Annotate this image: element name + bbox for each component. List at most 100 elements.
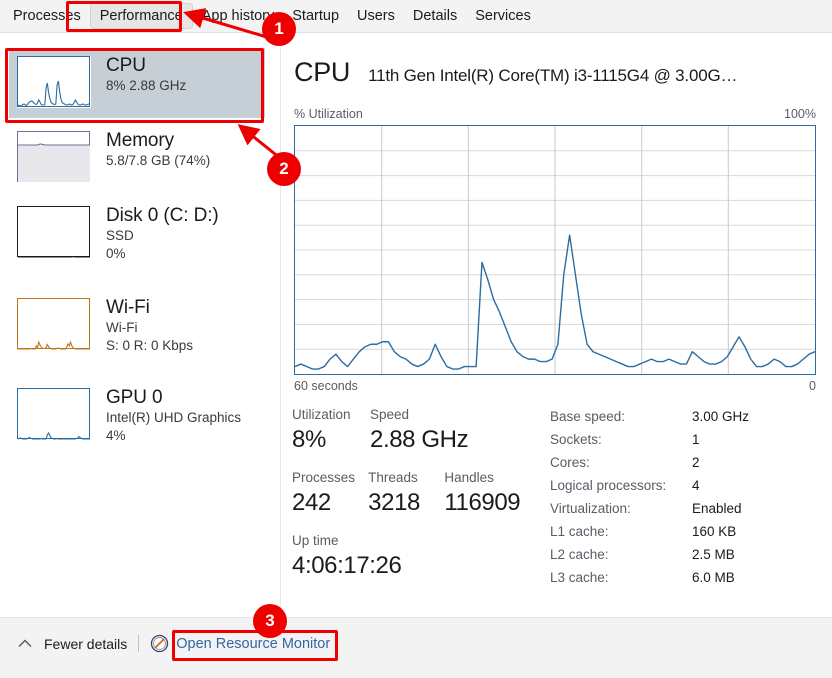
stats-row-1-labels: Utilization Speed [292, 405, 542, 424]
sidebar-item-subtitle-2: 4% [106, 428, 126, 443]
sidebar-item-title: Disk 0 (C: D:) [106, 205, 219, 226]
fewer-details-button[interactable]: Fewer details [44, 636, 127, 652]
spec-value: 160 KB [692, 524, 737, 539]
spec-value: 2.5 MB [692, 547, 735, 562]
sidebar-item-cpu[interactable]: CPU 8% 2.88 GHz [9, 48, 265, 118]
sidebar-item-title: Memory [106, 130, 175, 151]
tab-details[interactable]: Details [404, 3, 466, 29]
sidebar-item-subtitle-2: 0% [106, 246, 126, 261]
footer-divider [138, 635, 140, 652]
utilization-value: 8% [292, 426, 326, 453]
spec-value: Enabled [692, 501, 742, 516]
sidebar-item-text: Disk 0 (C: D:) SSD 0% [106, 204, 219, 263]
spec-key: Logical processors: [550, 478, 667, 493]
uptime-label-row: Up time [292, 531, 542, 550]
spec-key: L3 cache: [550, 570, 609, 585]
task-manager-window: Processes Performance App history Startup Us… [0, 0, 832, 678]
threads-label: Threads [368, 470, 418, 485]
stats-row-2-labels: Processes Threads Handles [292, 468, 542, 487]
sidebar-item-memory[interactable]: Memory 5.8/7.8 GB (74%) [9, 123, 265, 193]
spec-value: 3.00 GHz [692, 409, 750, 424]
window-footer: Fewer details Open Resource Monitor [0, 617, 832, 678]
tab-strip: Processes Performance App history Startup Us… [0, 0, 832, 33]
sidebar-item-title: GPU 0 [106, 387, 163, 408]
spec-value: 2 [692, 455, 700, 470]
sidebar-item-subtitle: Intel(R) UHD Graphics [106, 410, 242, 425]
spec-key: Base speed: [550, 409, 626, 424]
spec-value: 1 [692, 432, 700, 447]
x-axis-start-label: 60 seconds [294, 379, 358, 393]
sidebar-item-title: CPU [106, 55, 146, 76]
sidebar-item-text: CPU 8% 2.88 GHz [106, 54, 186, 95]
spec-key: Cores: [550, 455, 590, 470]
spec-value: 6.0 MB [692, 570, 735, 585]
x-axis-end-label: 0 [809, 379, 816, 393]
sidebar-item-subtitle: Wi-Fi [106, 320, 138, 335]
spec-row: Logical processors: 4 [550, 474, 822, 497]
sidebar-thumbnail-gpu [17, 388, 91, 440]
handles-label: Handles [444, 470, 494, 485]
cpu-detail-panel: CPU 11th Gen Intel(R) Core(TM) i3-1115G4… [282, 33, 832, 617]
spec-row: Cores: 2 [550, 451, 822, 474]
sidebar-item-text: GPU 0 Intel(R) UHD Graphics 4% [106, 386, 241, 445]
sidebar-thumbnail-cpu [17, 56, 91, 108]
stats-row-1-values: 8% 2.88 GHz [292, 424, 542, 456]
tab-list: Processes Performance App history Startup Us… [4, 3, 540, 29]
panel-title: CPU [294, 57, 351, 87]
cpu-utilization-plot [295, 126, 815, 374]
threads-value: 3218 [368, 489, 420, 516]
graph-time-labels: 60 seconds 0 [294, 379, 816, 393]
spec-key: Sockets: [550, 432, 602, 447]
panel-header: CPU 11th Gen Intel(R) Core(TM) i3-1115G4… [294, 57, 737, 88]
sidebar-item-gpu-0[interactable]: GPU 0 Intel(R) UHD Graphics 4% [9, 380, 265, 450]
spec-row: L3 cache: 6.0 MB [550, 566, 822, 589]
sidebar-item-text: Wi-Fi Wi-Fi S: 0 R: 0 Kbps [106, 296, 193, 355]
sidebar-item-text: Memory 5.8/7.8 GB (74%) [106, 129, 210, 170]
sidebar-thumbnail-disk [17, 206, 91, 258]
spec-row: Sockets: 1 [550, 428, 822, 451]
open-resource-monitor-link[interactable]: Open Resource Monitor [176, 636, 330, 652]
tab-app-history[interactable]: App history [193, 3, 284, 29]
y-axis-max-label: 100% [784, 107, 816, 121]
spec-key: L2 cache: [550, 547, 609, 562]
spec-key: L1 cache: [550, 524, 609, 539]
resource-monitor-icon [150, 634, 169, 653]
uptime-value: 4:06:17:26 [292, 552, 402, 579]
sidebar-item-subtitle-2: S: 0 R: 0 Kbps [106, 338, 194, 353]
uptime-label: Up time [292, 533, 339, 548]
speed-value: 2.88 GHz [370, 426, 469, 453]
speed-label: Speed [370, 407, 410, 422]
sidebar-thumbnail-memory [17, 131, 91, 183]
performance-sidebar: CPU 8% 2.88 GHz Memory 5.8/7.8 GB (74%) Disk… [0, 33, 281, 617]
spec-value: 4 [692, 478, 700, 493]
handles-value: 116909 [444, 489, 521, 516]
tab-startup[interactable]: Startup [283, 3, 348, 29]
spec-row: Base speed: 3.00 GHz [550, 405, 822, 428]
tab-processes[interactable]: Processes [4, 3, 90, 29]
tab-users[interactable]: Users [348, 3, 404, 29]
processes-label: Processes [292, 470, 356, 485]
sidebar-item-disk-0-c-d[interactable]: Disk 0 (C: D:) SSD 0% [9, 198, 265, 268]
y-axis-label: % Utilization [294, 107, 363, 121]
tab-services[interactable]: Services [466, 3, 540, 29]
tab-performance[interactable]: Performance [89, 3, 193, 29]
sidebar-item-subtitle: SSD [106, 228, 134, 243]
spec-row: Virtualization: Enabled [550, 497, 822, 520]
chevron-up-icon[interactable] [16, 635, 34, 653]
graph-axis-labels: % Utilization 100% [294, 107, 816, 121]
sidebar-item-title: Wi-Fi [106, 297, 150, 318]
stats-row-2-values: 242 3218 116909 [292, 487, 542, 519]
sidebar-item-subtitle: 5.8/7.8 GB (74%) [106, 153, 211, 168]
utilization-label: Utilization [292, 407, 351, 422]
cpu-spec-list: Base speed: 3.00 GHz Sockets: 1 Cores: 2 Logic… [550, 405, 822, 589]
cpu-stats-primary: Utilization Speed 8% 2.88 GHz Processes … [292, 405, 542, 582]
sidebar-thumbnail-wifi [17, 298, 91, 350]
spec-row: L1 cache: 160 KB [550, 520, 822, 543]
sidebar-item-wi-fi[interactable]: Wi-Fi Wi-Fi S: 0 R: 0 Kbps [9, 290, 265, 360]
uptime-value-row: 4:06:17:26 [292, 550, 542, 582]
spec-row: L2 cache: 2.5 MB [550, 543, 822, 566]
cpu-utilization-graph[interactable] [294, 125, 816, 375]
spec-key: Virtualization: [550, 501, 631, 516]
cpu-model-label: 11th Gen Intel(R) Core(TM) i3-1115G4 @ 3… [368, 66, 738, 85]
sidebar-item-subtitle: 8% 2.88 GHz [106, 78, 187, 93]
